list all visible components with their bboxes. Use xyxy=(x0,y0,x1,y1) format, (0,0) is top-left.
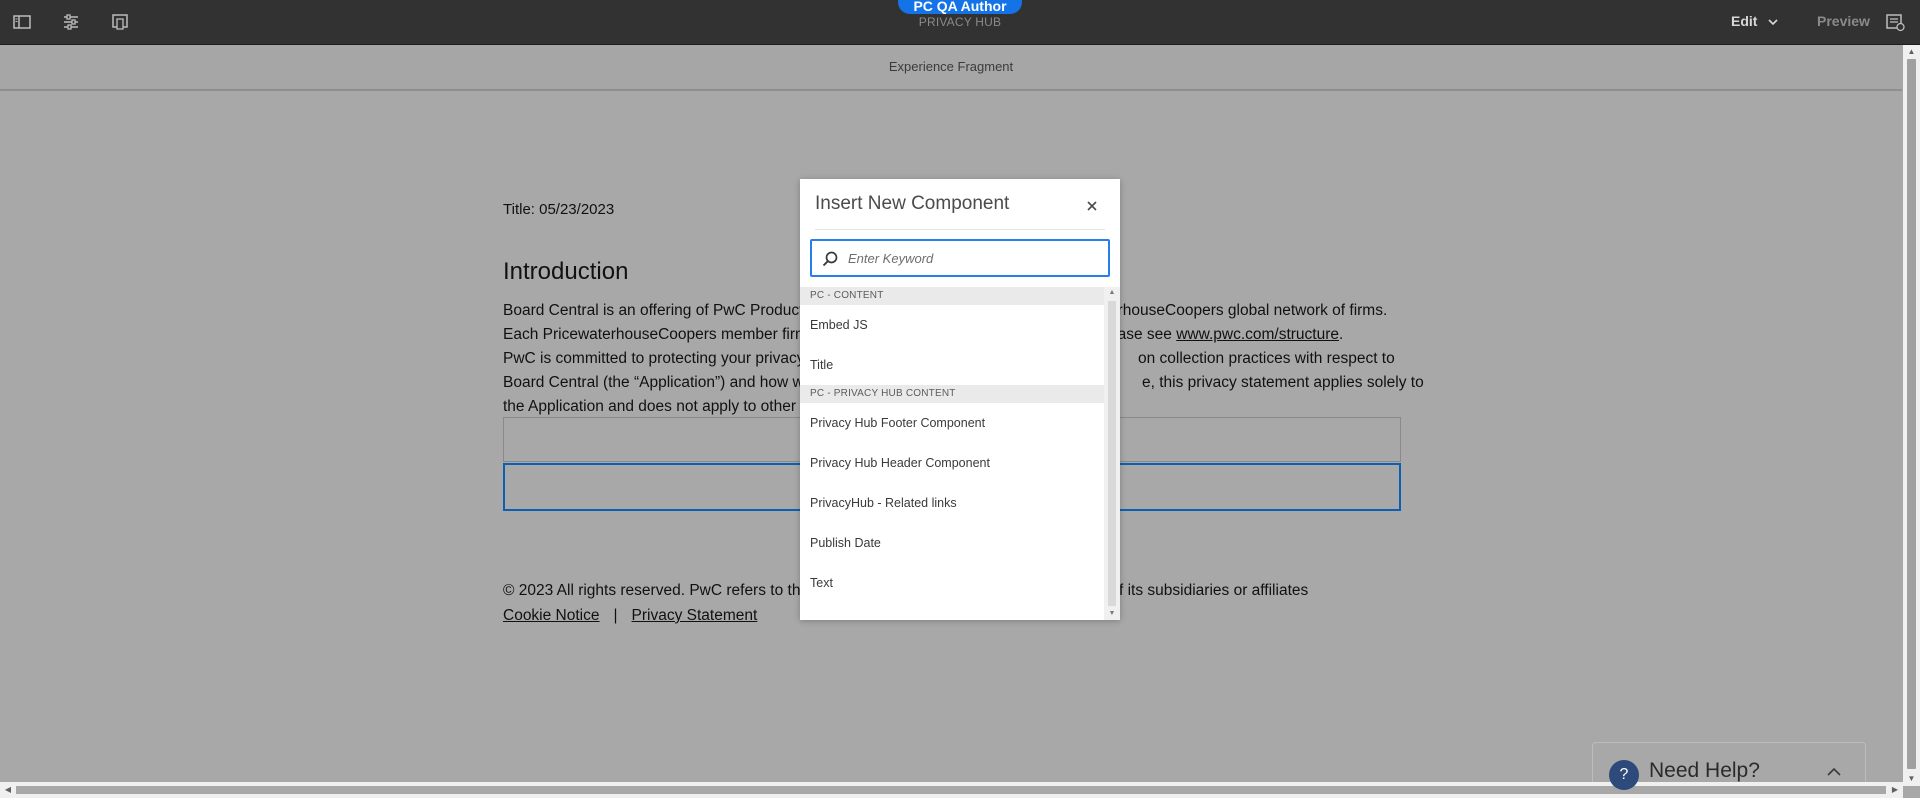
toggle-side-panel-icon[interactable] xyxy=(12,12,32,32)
mode-selector[interactable]: Edit xyxy=(1731,13,1757,29)
paragraph-line[interactable]: on collection practices with respect to xyxy=(1138,350,1395,368)
scroll-up-arrow-icon[interactable]: ▲ xyxy=(1104,287,1120,299)
paragraph-line[interactable]: the Application and does not apply to ot… xyxy=(503,398,796,416)
paragraph-left-text: Board Central (the “Application”) and ho… xyxy=(503,374,804,391)
vertical-scroll-thumb[interactable] xyxy=(1907,59,1916,769)
scroll-right-arrow-icon[interactable]: ▶ xyxy=(1887,782,1903,798)
top-toolbar: PC QA Author PRIVACY HUB Edit Preview xyxy=(0,0,1920,45)
footer-links: Cookie Notice | Privacy Statement xyxy=(503,607,757,625)
paragraph-line[interactable]: PwC is committed to protecting your priv… xyxy=(503,350,805,368)
footer-copyright-left[interactable]: © 2023 All rights reserved. PwC refers t… xyxy=(503,582,809,600)
paragraph-left-text: PwC is committed to protecting your priv… xyxy=(503,350,805,367)
scroll-left-arrow-icon[interactable]: ◀ xyxy=(0,782,16,798)
cookie-notice-link[interactable]: Cookie Notice xyxy=(503,607,600,624)
intro-heading[interactable]: Introduction xyxy=(503,258,628,286)
paragraph-left-text: the Application and does not apply to ot… xyxy=(503,398,796,415)
annotations-icon[interactable] xyxy=(1885,12,1905,32)
dialog-title: Insert New Component xyxy=(815,193,1010,214)
pwc-structure-link[interactable]: www.pwc.com/structure xyxy=(1176,326,1339,343)
list-item-privacy-hub-footer[interactable]: Privacy Hub Footer Component xyxy=(800,403,1104,443)
scroll-down-arrow-icon[interactable]: ▼ xyxy=(1903,772,1920,786)
emulator-icon[interactable] xyxy=(110,12,130,32)
search-input[interactable] xyxy=(848,247,1098,269)
dialog-divider xyxy=(815,229,1105,230)
paragraph-left-text: Each PricewaterhouseCoopers member firm xyxy=(503,326,808,343)
search-icon xyxy=(821,250,839,268)
paragraph-line[interactable]: Each PricewaterhouseCoopers member firm xyxy=(503,326,808,344)
scroll-down-arrow-icon[interactable]: ▼ xyxy=(1104,608,1120,620)
paragraph-right-text: on collection practices with respect to xyxy=(1138,350,1395,367)
paragraph-right-text: erhouseCoopers global network of firms. xyxy=(1109,302,1388,319)
list-item-publish-date[interactable]: Publish Date xyxy=(800,523,1104,563)
paragraph-line[interactable]: ease see www.pwc.com/structure. xyxy=(1109,326,1343,344)
chevron-up-icon[interactable] xyxy=(1825,763,1843,781)
group-header-pc-content: PC - CONTENT xyxy=(800,287,1104,305)
component-list[interactable]: PC - CONTENT Embed JS Title PC - PRIVACY… xyxy=(800,287,1120,620)
insert-component-dialog: Insert New Component PC - CONTENT Embed … xyxy=(800,179,1120,620)
chevron-down-icon[interactable] xyxy=(1767,15,1779,27)
paragraph-left-text: Board Central is an offering of PwC Prod… xyxy=(503,302,804,319)
privacy-statement-link[interactable]: Privacy Statement xyxy=(632,607,758,624)
preview-button[interactable]: Preview xyxy=(1817,13,1870,29)
close-icon[interactable] xyxy=(1085,199,1099,213)
list-item-text[interactable]: Text xyxy=(800,563,1104,603)
component-search-box[interactable] xyxy=(810,239,1110,277)
page-vertical-scrollbar[interactable]: ▲ ▼ xyxy=(1903,45,1920,786)
page-properties-icon[interactable] xyxy=(61,12,81,32)
horizontal-scroll-thumb[interactable] xyxy=(16,786,1886,794)
group-header-privacy-hub-content: PC - PRIVACY HUB CONTENT xyxy=(800,385,1104,403)
paragraph-line[interactable]: erhouseCoopers global network of firms. xyxy=(1109,302,1387,320)
paragraph-line[interactable]: Board Central is an offering of PwC Prod… xyxy=(503,302,803,320)
title-date[interactable]: Title: 05/23/2023 xyxy=(503,201,614,218)
site-name: PRIVACY HUB xyxy=(918,15,1002,29)
list-item-embed-js[interactable]: Embed JS xyxy=(800,305,1104,345)
scroll-up-arrow-icon[interactable]: ▲ xyxy=(1903,45,1920,59)
question-icon: ? xyxy=(1609,760,1639,790)
component-list-scrollbar[interactable]: ▲ ▼ xyxy=(1104,287,1120,620)
need-help-widget[interactable]: ? Need Help? xyxy=(1592,742,1866,790)
list-item-related-links[interactable]: PrivacyHub - Related links xyxy=(800,483,1104,523)
footer-copyright-right[interactable]: f its subsidiaries or affiliates xyxy=(1119,582,1308,600)
need-help-label: Need Help? xyxy=(1649,759,1760,782)
paragraph-line[interactable]: e, this privacy statement applies solely… xyxy=(1142,374,1424,392)
environment-badge: PC QA Author xyxy=(898,0,1022,14)
experience-fragment-header: Experience Fragment xyxy=(0,45,1902,91)
paragraph-right-text: e, this privacy statement applies solely… xyxy=(1142,374,1424,391)
list-scroll-thumb[interactable] xyxy=(1108,301,1116,606)
list-item-title[interactable]: Title xyxy=(800,345,1104,385)
list-item-privacy-hub-header[interactable]: Privacy Hub Header Component xyxy=(800,443,1104,483)
subheader-label: Experience Fragment xyxy=(888,59,1014,74)
paragraph-line[interactable]: Board Central (the “Application”) and ho… xyxy=(503,374,804,392)
paragraph-right-text: . xyxy=(1339,326,1344,343)
footer-separator: | xyxy=(613,607,618,624)
